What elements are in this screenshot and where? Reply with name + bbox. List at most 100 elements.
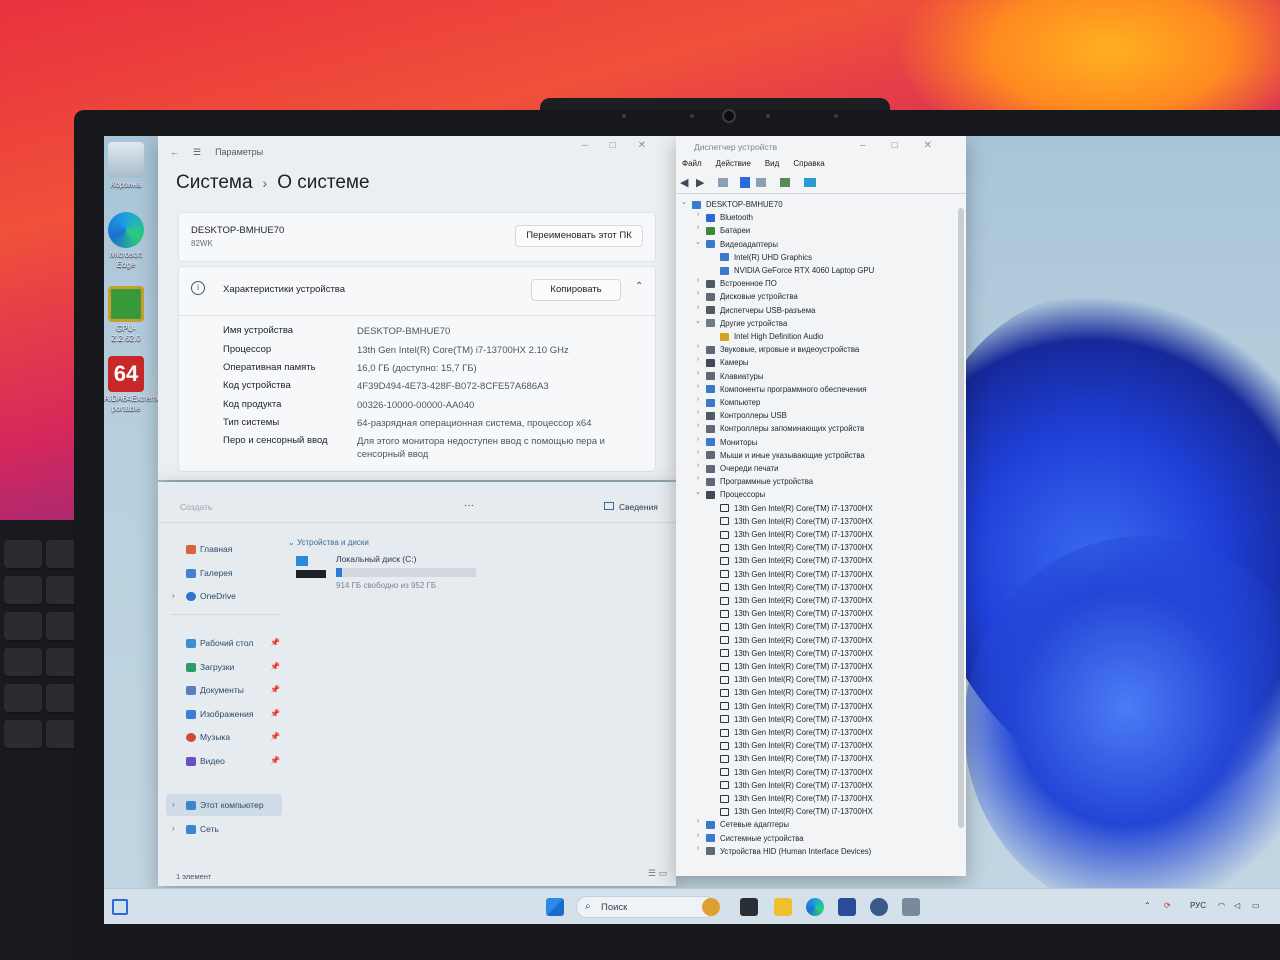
device-tree-item[interactable]: 13th Gen Intel(R) Core(TM) i7-13700HX xyxy=(720,594,873,607)
chevron-down-icon[interactable]: ⌄ xyxy=(694,317,702,325)
chevron-down-icon[interactable]: ⌄ xyxy=(680,198,688,206)
chevron-right-icon[interactable]: › xyxy=(694,211,702,218)
chevron-right-icon[interactable]: › xyxy=(172,591,175,600)
device-tree-item[interactable]: 13th Gen Intel(R) Core(TM) i7-13700HX xyxy=(720,528,873,541)
chevron-right-icon[interactable]: › xyxy=(694,818,702,825)
device-tree-item[interactable]: 13th Gen Intel(R) Core(TM) i7-13700HX xyxy=(720,620,873,633)
device-tree-item[interactable]: 13th Gen Intel(R) Core(TM) i7-13700HX xyxy=(720,607,873,620)
chevron-down-icon[interactable]: ⌄ xyxy=(694,488,702,496)
device-tree-item[interactable]: 13th Gen Intel(R) Core(TM) i7-13700HX xyxy=(720,686,873,699)
nav-onedrive[interactable]: OneDrive xyxy=(186,591,236,601)
copy-button[interactable]: Копировать xyxy=(531,279,621,301)
nav-this-pc[interactable]: Этот компьютер xyxy=(186,800,264,810)
task-view-icon[interactable] xyxy=(740,898,758,916)
device-tree-item[interactable]: Intel High Definition Audio xyxy=(720,330,823,343)
device-tree-item[interactable]: DESKTOP-BMHUE70 xyxy=(692,198,783,211)
device-tree-item[interactable]: 13th Gen Intel(R) Core(TM) i7-13700HX xyxy=(720,568,873,581)
device-tree-item[interactable]: Сетевые адаптеры xyxy=(706,818,789,831)
properties-icon[interactable] xyxy=(718,178,728,187)
device-tree-item[interactable]: Контроллеры USB xyxy=(706,409,787,422)
settings-gear-icon[interactable] xyxy=(870,898,888,916)
device-tree-item[interactable]: Контроллеры запоминающих устройств xyxy=(706,422,864,435)
minimize-icon[interactable]: – xyxy=(582,140,610,151)
menu-hamburger-icon[interactable]: ☰ xyxy=(193,147,201,158)
maximize-icon[interactable]: □ xyxy=(610,140,638,151)
nav-videos[interactable]: Видео xyxy=(186,756,225,766)
desktop-icon-recycle-bin[interactable]: Корзина xyxy=(104,142,148,190)
chevron-right-icon[interactable]: › xyxy=(694,343,702,350)
chevron-right-icon[interactable]: › xyxy=(694,449,702,456)
device-tree-item[interactable]: 13th Gen Intel(R) Core(TM) i7-13700HX xyxy=(720,634,873,647)
device-tree-item[interactable]: Устройства HID (Human Interface Devices) xyxy=(706,845,871,858)
device-tree-item[interactable]: Встроенное ПО xyxy=(706,277,777,290)
menu-view[interactable]: Вид xyxy=(765,159,779,172)
device-tree-item[interactable]: 13th Gen Intel(R) Core(TM) i7-13700HX xyxy=(720,502,873,515)
store-icon[interactable] xyxy=(838,898,856,916)
language-indicator[interactable]: РУС xyxy=(1190,901,1206,910)
view-icon[interactable] xyxy=(756,178,766,187)
chevron-up-icon[interactable]: ⌃ xyxy=(635,281,643,292)
device-tree-item[interactable]: Мониторы xyxy=(706,436,757,449)
nav-home[interactable]: Главная xyxy=(186,544,232,554)
menu-help[interactable]: Справка xyxy=(793,159,824,172)
nav-desktop[interactable]: Рабочий стол xyxy=(186,638,253,648)
chevron-right-icon[interactable]: › xyxy=(694,277,702,284)
help-icon[interactable] xyxy=(740,177,750,188)
widgets-icon[interactable] xyxy=(112,899,128,915)
device-tree-item[interactable]: 13th Gen Intel(R) Core(TM) i7-13700HX xyxy=(720,647,873,660)
start-icon[interactable] xyxy=(546,898,564,916)
device-tree-item[interactable]: Мыши и иные указывающие устройства xyxy=(706,449,865,462)
device-tree-item[interactable]: Дисковые устройства xyxy=(706,290,798,303)
details-button[interactable]: Сведения xyxy=(604,502,658,512)
scan-hardware-icon[interactable] xyxy=(780,178,790,187)
chevron-down-icon[interactable]: ⌄ xyxy=(694,238,702,246)
file-explorer-icon[interactable] xyxy=(774,898,792,916)
chevron-right-icon[interactable]: › xyxy=(694,290,702,297)
device-tree-item[interactable]: Другие устройства xyxy=(706,317,787,330)
nav-network[interactable]: Сеть xyxy=(186,824,219,834)
device-tree-item[interactable]: 13th Gen Intel(R) Core(TM) i7-13700HX xyxy=(720,581,873,594)
device-tree-item[interactable]: Звуковые, игровые и видеоустройства xyxy=(706,343,859,356)
device-tree-item[interactable]: 13th Gen Intel(R) Core(TM) i7-13700HX xyxy=(720,766,873,779)
menu-action[interactable]: Действие xyxy=(716,159,751,172)
desktop-icon-aida64[interactable]: 64 AIDA64Extreme-portable xyxy=(104,356,164,414)
widget-weather-icon[interactable] xyxy=(702,898,720,916)
drive-name[interactable]: Локальный диск (C:) xyxy=(336,554,416,564)
chevron-right-icon[interactable]: › xyxy=(694,383,702,390)
rename-pc-button[interactable]: Переименовать этот ПК xyxy=(515,225,643,247)
device-tree-item[interactable]: Диспетчеры USB-разъема xyxy=(706,304,815,317)
chevron-right-icon[interactable]: › xyxy=(694,462,702,469)
chevron-right-icon[interactable]: › xyxy=(172,800,175,809)
desktop-icon-edge[interactable]: Microsoft Edge xyxy=(104,212,148,270)
device-tree-item[interactable]: 13th Gen Intel(R) Core(TM) i7-13700HX xyxy=(720,792,873,805)
nav-gallery[interactable]: Галерея xyxy=(186,568,233,578)
battery-icon[interactable]: ▭ xyxy=(1252,901,1260,910)
chevron-right-icon[interactable]: › xyxy=(694,396,702,403)
nav-downloads[interactable]: Загрузки xyxy=(186,662,234,672)
maximize-icon[interactable]: □ xyxy=(892,140,924,151)
device-tree-item[interactable]: Клавиатуры xyxy=(706,370,764,383)
section-header[interactable]: ⌄ Устройства и диски xyxy=(288,538,369,547)
chevron-right-icon[interactable]: › xyxy=(694,370,702,377)
device-tree-item[interactable]: 13th Gen Intel(R) Core(TM) i7-13700HX xyxy=(720,554,873,567)
device-tree-item[interactable]: Системные устройства xyxy=(706,832,804,845)
device-tree-item[interactable]: Очереди печати xyxy=(706,462,779,475)
tray-chevron-icon[interactable]: ⌃ xyxy=(1144,901,1151,910)
chevron-right-icon[interactable]: › xyxy=(694,436,702,443)
chevron-right-icon[interactable]: › xyxy=(694,422,702,429)
menu-file[interactable]: Файл xyxy=(682,159,702,172)
device-tree-item[interactable]: 13th Gen Intel(R) Core(TM) i7-13700HX xyxy=(720,713,873,726)
edge-icon[interactable] xyxy=(806,898,824,916)
nav-documents[interactable]: Документы xyxy=(186,685,244,695)
chevron-right-icon[interactable]: › xyxy=(694,475,702,482)
device-tree-item[interactable]: 13th Gen Intel(R) Core(TM) i7-13700HX xyxy=(720,673,873,686)
device-tree-item[interactable]: 13th Gen Intel(R) Core(TM) i7-13700HX xyxy=(720,752,873,765)
device-tree-item[interactable]: 13th Gen Intel(R) Core(TM) i7-13700HX xyxy=(720,700,873,713)
chevron-right-icon[interactable]: › xyxy=(694,304,702,311)
tray-app-icon[interactable]: ⟳ xyxy=(1164,901,1171,910)
monitor-icon[interactable] xyxy=(804,178,816,187)
chevron-right-icon[interactable]: › xyxy=(694,409,702,416)
desktop-icon-gpuz[interactable]: GPU-Z.2.62.0 xyxy=(104,286,148,344)
forward-icon[interactable]: ▶ xyxy=(696,176,704,189)
back-arrow-icon[interactable]: ← xyxy=(170,147,179,157)
